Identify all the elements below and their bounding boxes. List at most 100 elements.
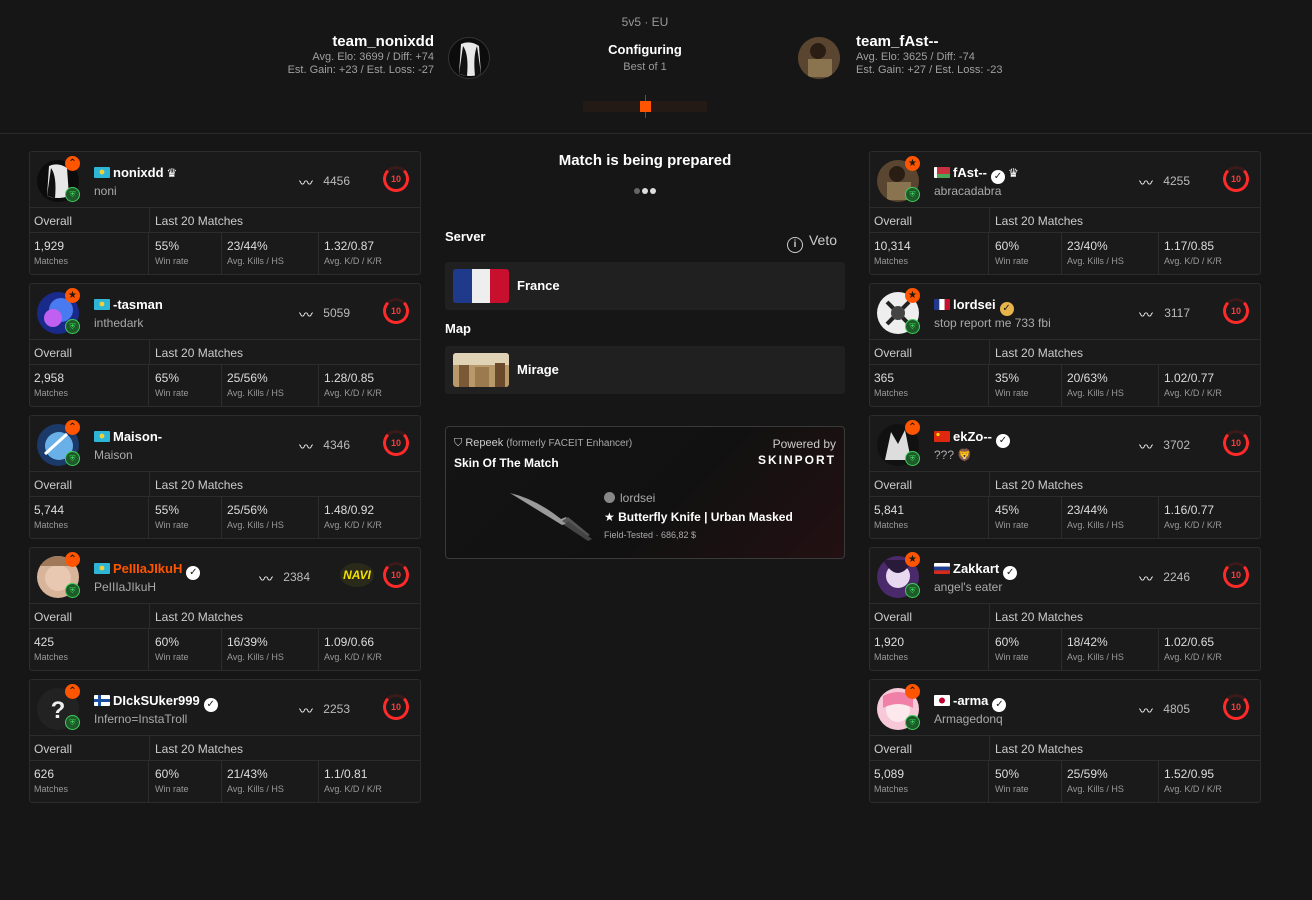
powered-by: Powered by	[772, 437, 836, 451]
overall-label: Overall	[874, 214, 913, 228]
star-icon: ★	[905, 156, 920, 171]
player-description: Inferno=InstaTroll	[94, 712, 188, 726]
stat-label: Win rate	[995, 388, 1029, 398]
last20-label: Last 20 Matches	[155, 346, 244, 360]
map-name: Mirage	[517, 362, 559, 377]
stat-kd-kr: 1.17/0.85 Avg. K/D / K/R	[1159, 233, 1262, 275]
map-thumbnail	[453, 353, 509, 387]
stat-value: 20/63%	[1067, 371, 1108, 385]
server-pick[interactable]: France	[445, 262, 845, 310]
stats-values-row: 365 Matches 35% Win rate 20/63% Avg. Kills …	[870, 365, 1260, 407]
team-left-name[interactable]: team_nonixdd	[288, 33, 434, 51]
player-header: ? ⌃ ⛨ DIckSUker999 ✓ Inferno=InstaTroll 〰…	[30, 680, 420, 736]
player-elo: 2246	[1163, 570, 1190, 584]
last20-label: Last 20 Matches	[155, 214, 244, 228]
verified-icon: ✓	[999, 302, 1014, 316]
player-description: stop report me 733 fbi	[934, 316, 1051, 330]
stat-value: 1.17/0.85	[1164, 239, 1215, 253]
team-left-avatar[interactable]	[448, 37, 490, 79]
player-name[interactable]: DIckSUker999 ✓	[94, 693, 218, 712]
player-card[interactable]: ⌃ ⛨ -arma ✓ Armagedonq 〰 4805 10 Overall …	[869, 679, 1261, 803]
verified-icon: ✓	[186, 566, 201, 580]
stat-kills-hs: 23/40% Avg. Kills / HS	[1062, 233, 1159, 275]
player-card[interactable]: ⌃ ⛨ ekZo-- ✓ ??? 🦁 〰 3702 10 Overall Last…	[869, 415, 1261, 539]
player-card[interactable]: ⌃ ⛨ Maison- Maison 〰 4346 10 Overall Las…	[29, 415, 421, 539]
player-elo: 2253	[323, 702, 350, 716]
stat-kills-hs: 25/56% Avg. Kills / HS	[222, 365, 319, 407]
player-card[interactable]: ⌃ ⛨ PeIIIaJIkuH ✓ PeIIIaJIkuH 〰 2384 NAVI…	[29, 547, 421, 671]
stat-winrate: 60% Win rate	[149, 629, 222, 671]
team-right-avatar[interactable]	[798, 37, 840, 79]
overall-label: Overall	[34, 478, 73, 492]
stat-kd-kr: 1.02/0.77 Avg. K/D / K/R	[1159, 365, 1262, 407]
stats-header-row: Overall Last 20 Matches	[30, 472, 420, 497]
player-card[interactable]: ★ ⛨ fAst-- ✓ ♛ abracadabra 〰 4255 10 Overa…	[869, 151, 1261, 275]
verified-icon: ✓	[992, 698, 1007, 712]
skinport-logo[interactable]: SKINPORT	[758, 453, 836, 467]
player-card[interactable]: ⌃ ⛨ nonixdd ♛ noni 〰 4456 10 Overall Last…	[29, 151, 421, 275]
player-card[interactable]: ★ ⛨ Zakkart ✓ angel's eater 〰 2246 10 Ove…	[869, 547, 1261, 671]
stat-label: Avg. Kills / HS	[227, 520, 284, 530]
player-name[interactable]: Maison-	[94, 429, 162, 444]
player-name[interactable]: -tasman	[94, 297, 163, 312]
player-name[interactable]: nonixdd ♛	[94, 165, 177, 180]
stat-label: Win rate	[155, 256, 189, 266]
player-description: angel's eater	[934, 580, 1003, 594]
stat-matches: 1,920 Matches	[870, 629, 989, 671]
shield-icon: ⛨	[905, 187, 920, 202]
chevrons-up-icon: ⌃	[65, 684, 80, 699]
map-pick[interactable]: Mirage	[445, 346, 845, 394]
stat-value: 55%	[155, 239, 180, 253]
chevrons-up-icon: ⌃	[905, 684, 920, 699]
stat-label: Matches	[34, 652, 69, 662]
stat-value: 18/42%	[1067, 635, 1108, 649]
stat-matches: 5,841 Matches	[870, 497, 989, 539]
player-nickname: Maison-	[113, 429, 163, 444]
stat-label: Matches	[874, 652, 909, 662]
shield-icon: ⛨	[905, 451, 920, 466]
crown-icon: ♛	[1007, 166, 1019, 180]
stats-header-row: Overall Last 20 Matches	[870, 340, 1260, 365]
player-name[interactable]: lordsei ✓	[934, 297, 1014, 316]
stat-matches: 425 Matches	[30, 629, 149, 671]
team-logo-navi[interactable]: NAVI	[340, 563, 374, 587]
player-name[interactable]: Zakkart ✓	[934, 561, 1018, 580]
stat-value: 1.28/0.85	[324, 371, 375, 385]
divider	[989, 736, 990, 761]
veto-label: Veto	[808, 232, 837, 248]
stat-value: 60%	[155, 767, 180, 781]
divider	[149, 736, 150, 761]
player-name[interactable]: PeIIIaJIkuH ✓	[94, 561, 201, 580]
skin-of-match-card[interactable]: ⛉ Repeek (formerly FACEIT Enhancer) Skin…	[445, 426, 845, 559]
shield-icon: ⛨	[65, 715, 80, 730]
player-name[interactable]: -arma ✓	[934, 693, 1007, 712]
verified-icon: ✓	[1003, 566, 1018, 580]
stat-value: 23/44%	[1067, 503, 1108, 517]
skill-level-icon: 10	[383, 430, 409, 456]
player-elo: 4805	[1163, 702, 1190, 716]
stat-label: Avg. K/D / K/R	[324, 652, 382, 662]
stat-label: Avg. K/D / K/R	[324, 784, 382, 794]
player-card[interactable]: ★ ⛨ lordsei ✓ stop report me 733 fbi 〰 31…	[869, 283, 1261, 407]
stat-label: Matches	[34, 520, 69, 530]
player-name[interactable]: fAst-- ✓ ♛	[934, 165, 1019, 184]
player-card[interactable]: ★ ⛨ -tasman inthedark 〰 5059 10 Overall …	[29, 283, 421, 407]
flag-icon	[934, 297, 953, 312]
elo-balance-marker	[640, 101, 651, 112]
player-name[interactable]: ekZo-- ✓	[934, 429, 1010, 448]
stat-label: Avg. Kills / HS	[1067, 388, 1124, 398]
stat-value: 5,089	[874, 767, 905, 781]
server-name: France	[517, 278, 560, 293]
veto-button[interactable]: i Veto	[786, 232, 837, 253]
player-card[interactable]: ? ⌃ ⛨ DIckSUker999 ✓ Inferno=InstaTroll 〰…	[29, 679, 421, 803]
player-nickname: ekZo--	[953, 429, 992, 444]
shield-icon: ⛨	[65, 319, 80, 334]
repeek-icon: ⛉	[454, 437, 466, 449]
flag-icon	[94, 165, 113, 180]
player-description: abracadabra	[934, 184, 1002, 198]
stat-matches: 1,929 Matches	[30, 233, 149, 275]
stat-label: Avg. Kills / HS	[227, 652, 284, 662]
stat-kills-hs: 25/59% Avg. Kills / HS	[1062, 761, 1159, 803]
player-nickname: DIckSUker999	[113, 693, 200, 708]
team-right-name[interactable]: team_fAst--	[856, 33, 1002, 51]
